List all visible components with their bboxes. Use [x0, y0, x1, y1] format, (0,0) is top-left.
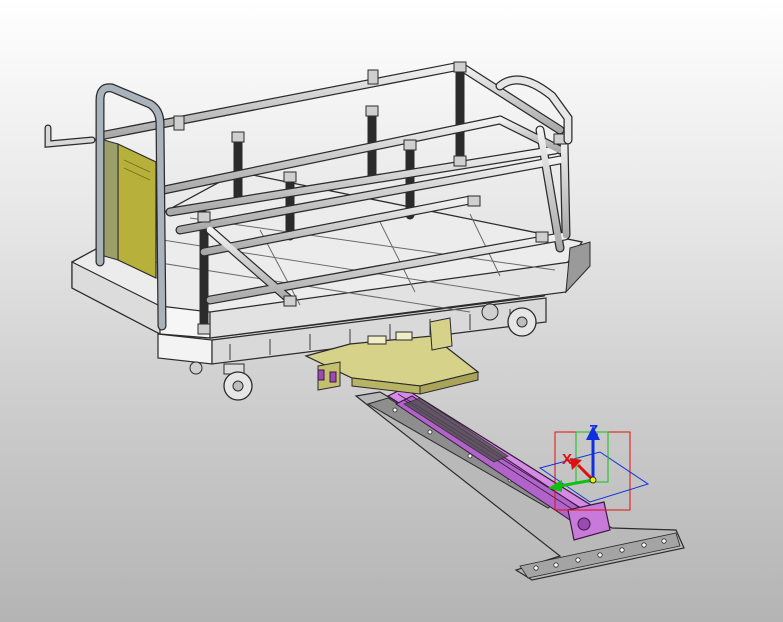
cad-model-scene[interactable]: Z X — [0, 0, 783, 622]
caster-rear-left[interactable] — [189, 361, 203, 375]
x-axis-label: X — [562, 451, 572, 468]
3d-viewport[interactable]: Z X — [0, 0, 783, 622]
caster-front-right[interactable] — [507, 307, 537, 337]
triad-origin[interactable] — [589, 476, 597, 484]
side-panel[interactable] — [103, 139, 157, 279]
z-axis-label: Z — [589, 422, 598, 439]
caster-front-left[interactable] — [223, 363, 253, 401]
caster-rear-right[interactable] — [481, 303, 499, 321]
